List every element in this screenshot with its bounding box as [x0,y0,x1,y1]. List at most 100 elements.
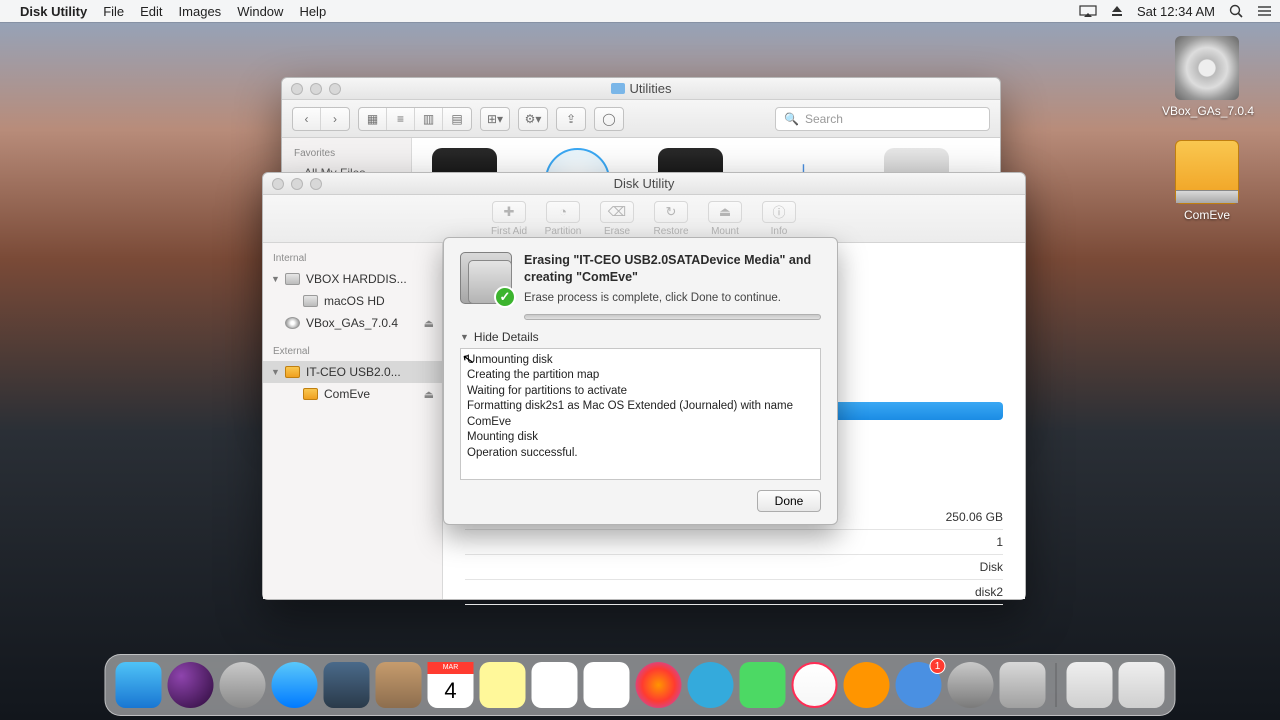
sidebar-vbox-gas[interactable]: VBox_GAs_7.0.4⏏ [263,312,442,334]
finder-toolbar: ‹› ▦≡▥▤ ⊞▾ ⚙▾ ⇪ ◯ 🔍Search [282,100,1000,138]
disclosure-triangle[interactable]: ▼ [271,367,280,377]
finder-search[interactable]: 🔍Search [775,107,990,131]
dock-messages[interactable] [688,662,734,708]
table-row: Disk [465,555,1003,580]
finder-titlebar[interactable]: Utilities [282,78,1000,100]
folder-icon [611,83,625,94]
menu-help[interactable]: Help [299,4,326,19]
toolbar-mount[interactable]: ⏏Mount [700,201,750,237]
erase-icon: ⌫ [600,201,634,223]
done-button[interactable]: Done [757,490,821,512]
dock-facetime[interactable] [740,662,786,708]
close-button[interactable] [291,83,303,95]
eject-icon[interactable] [1111,5,1123,17]
icon-view[interactable]: ▦ [359,108,387,130]
hdd-icon [303,295,318,307]
desktop-disc[interactable]: VBox_GAs_7.0.4 [1162,36,1252,118]
restore-icon: ↻ [654,201,688,223]
sidebar-external-header: External [263,342,442,361]
action-button[interactable]: ⚙▾ [518,107,548,131]
app-menu[interactable]: Disk Utility [20,4,87,19]
dock-downloads[interactable] [1067,662,1113,708]
sidebar-macos-hd[interactable]: macOS HD [263,290,442,312]
menu-file[interactable]: File [103,4,124,19]
dock-trash[interactable] [1119,662,1165,708]
toolbar-erase[interactable]: ⌫Erase [592,201,642,237]
toolbar-restore[interactable]: ↻Restore [646,201,696,237]
menubar: Disk Utility File Edit Images Window Hel… [0,0,1280,22]
hide-details-toggle[interactable]: ▼Hide Details [460,330,821,344]
menu-edit[interactable]: Edit [140,4,162,19]
info-icon: ⓘ [762,201,796,223]
back-button[interactable]: ‹ [293,108,321,130]
airplay-icon[interactable] [1079,5,1097,18]
dock-launchpad[interactable] [220,662,266,708]
desktop-disc-label: VBox_GAs_7.0.4 [1162,104,1252,118]
toolbar-partition[interactable]: ◔Partition [538,201,588,237]
notification-center-icon[interactable] [1257,5,1272,17]
dock-calendar[interactable]: MAR4 [428,662,474,708]
dock-contacts[interactable] [376,662,422,708]
mount-icon: ⏏ [708,201,742,223]
finder-title: Utilities [282,81,1000,96]
dock-disk-utility[interactable] [1000,662,1046,708]
du-titlebar[interactable]: Disk Utility [263,173,1025,195]
minimize-button[interactable] [310,83,322,95]
checkmark-icon: ✓ [494,286,516,308]
dock-itunes[interactable] [792,662,838,708]
desktop-drive[interactable]: ComEve [1162,140,1252,222]
sidebar-internal-header: Internal [263,249,442,268]
sidebar-favorites-header: Favorites [282,144,411,163]
modal-subtitle: Erase process is complete, click Done to… [524,292,821,304]
badge: 1 [930,658,946,674]
view-buttons[interactable]: ▦≡▥▤ [358,107,472,131]
search-icon: 🔍 [784,112,799,126]
column-view[interactable]: ▥ [415,108,443,130]
coverflow-view[interactable]: ▤ [443,108,471,130]
zoom-button[interactable] [310,178,322,190]
sidebar-vbox-harddisk[interactable]: ▼VBOX HARDDIS... [263,268,442,290]
sidebar-itceo-usb[interactable]: ▼IT-CEO USB2.0... [263,361,442,383]
desktop-drive-label: ComEve [1162,208,1252,222]
dock-photos[interactable] [636,662,682,708]
dock-finder[interactable] [116,662,162,708]
share-button[interactable]: ⇪ [556,107,586,131]
list-view[interactable]: ≡ [387,108,415,130]
details-log: Unmounting disk Creating the partition m… [460,348,821,480]
menu-window[interactable]: Window [237,4,283,19]
disclosure-triangle[interactable]: ▼ [271,274,280,284]
spotlight-icon[interactable] [1229,4,1243,18]
disc-icon [1175,36,1239,100]
dock-ibooks[interactable] [844,662,890,708]
log-line: Operation successful. [467,446,814,462]
dock-notes[interactable] [480,662,526,708]
forward-button[interactable]: › [321,108,349,130]
du-title: Disk Utility [263,176,1025,191]
disk-success-icon: ✓ [460,252,512,304]
dock-safari[interactable] [272,662,318,708]
toolbar-info[interactable]: ⓘInfo [754,201,804,237]
eject-icon[interactable]: ⏏ [424,317,434,330]
dock-siri[interactable] [168,662,214,708]
dock-reminders[interactable] [532,662,578,708]
close-button[interactable] [272,178,284,190]
sidebar-comeve[interactable]: ComEve⏏ [263,383,442,405]
hdd-icon [285,273,300,285]
du-sidebar: Internal ▼VBOX HARDDIS... macOS HD VBox_… [263,243,443,599]
tags-button[interactable]: ◯ [594,107,624,131]
eject-icon[interactable]: ⏏ [424,388,434,401]
modal-title: Erasing "IT-CEO USB2.0SATADevice Media" … [524,252,821,286]
menubar-clock[interactable]: Sat 12:34 AM [1137,4,1215,19]
disclosure-triangle: ▼ [460,332,469,342]
arrange-button[interactable]: ⊞▾ [480,107,510,131]
minimize-button[interactable] [291,178,303,190]
dock-preferences[interactable] [948,662,994,708]
log-line: Formatting disk2s1 as Mac OS Extended (J… [467,399,814,430]
zoom-button[interactable] [329,83,341,95]
toolbar-first-aid[interactable]: ✚First Aid [484,201,534,237]
nav-buttons[interactable]: ‹› [292,107,350,131]
dock-mail[interactable] [324,662,370,708]
dock-maps[interactable] [584,662,630,708]
menu-images[interactable]: Images [179,4,222,19]
dock-appstore[interactable]: 1 [896,662,942,708]
